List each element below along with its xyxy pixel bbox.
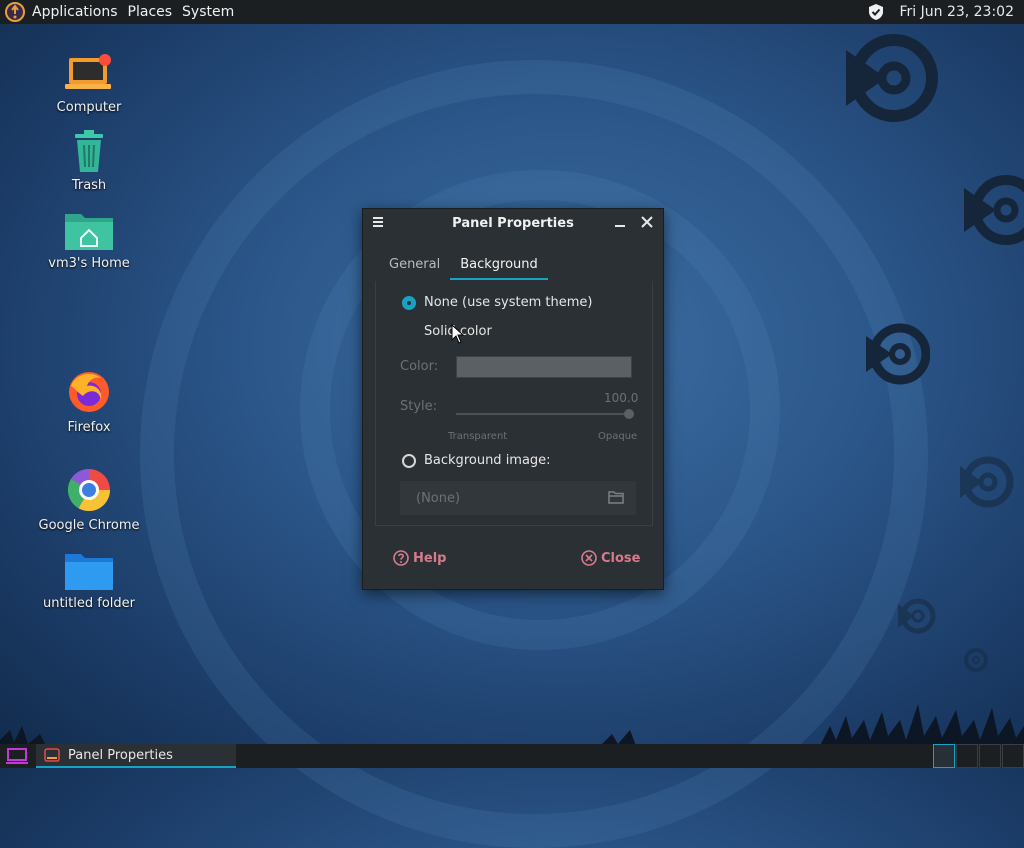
background-image-chooser[interactable]: (None) xyxy=(400,481,636,515)
opaque-label: Opaque xyxy=(598,431,638,442)
desktop-icon-label: untitled folder xyxy=(42,596,135,611)
panel-properties-icon xyxy=(44,748,60,762)
home-folder-icon xyxy=(65,214,113,250)
grass-silhouette xyxy=(0,704,1024,746)
mouse-cursor-icon xyxy=(451,324,465,344)
desktop-icon-label: Firefox xyxy=(67,420,111,435)
close-icon[interactable] xyxy=(639,214,655,230)
panel-properties-dialog: Panel Properties General Background None… xyxy=(362,208,664,590)
folder-open-icon xyxy=(608,491,624,504)
color-swatch-button[interactable] xyxy=(456,356,632,378)
desktop-icon-untitled-folder[interactable]: untitled folder xyxy=(34,548,144,611)
computer-icon xyxy=(65,54,111,89)
trash-icon xyxy=(75,130,103,172)
help-label: Help xyxy=(413,550,447,566)
clock[interactable]: Fri Jun 23, 23:02 xyxy=(899,4,1014,20)
tab-general[interactable]: General xyxy=(379,251,450,280)
desktop-icon-home[interactable]: vm3's Home xyxy=(34,208,144,271)
minimize-icon[interactable] xyxy=(613,215,627,229)
tab-background[interactable]: Background xyxy=(450,251,548,280)
desktop-icon-trash[interactable]: Trash xyxy=(34,130,144,193)
close-circle-icon xyxy=(581,550,597,566)
style-value: 100.0 xyxy=(604,391,639,405)
file-chooser-value: (None) xyxy=(416,490,461,506)
chrome-icon xyxy=(67,468,110,512)
show-desktop-icon[interactable] xyxy=(6,747,28,765)
help-icon xyxy=(393,550,409,566)
desktop-icon-firefox[interactable]: Firefox xyxy=(34,368,144,435)
opacity-slider-track[interactable] xyxy=(456,413,630,415)
workspace-1[interactable] xyxy=(933,744,955,768)
mate-logo-icon[interactable] xyxy=(5,2,25,22)
background-logo-3 xyxy=(866,323,930,385)
radio-none-system-theme[interactable]: None (use system theme) xyxy=(402,295,592,310)
applications-menu[interactable]: Applications xyxy=(27,4,123,20)
bottom-panel: Panel Properties xyxy=(0,744,1024,768)
workspace-switcher xyxy=(932,744,1024,768)
radio-label: Background image: xyxy=(424,453,551,468)
background-tab-panel: None (use system theme) Solid color Colo… xyxy=(375,281,653,526)
dialog-title: Panel Properties xyxy=(452,215,574,231)
firefox-icon xyxy=(69,372,109,412)
background-logo-6 xyxy=(964,648,988,672)
desktop-icon-computer[interactable]: Computer xyxy=(34,52,144,115)
window-menu-icon[interactable] xyxy=(371,215,385,229)
system-menu[interactable]: System xyxy=(177,4,239,20)
background-logo-1 xyxy=(846,34,938,122)
taskbar-item-label: Panel Properties xyxy=(68,747,173,763)
shield-icon[interactable] xyxy=(867,3,885,21)
dialog-titlebar[interactable]: Panel Properties xyxy=(363,209,663,237)
help-button[interactable]: Help xyxy=(393,550,446,566)
opacity-slider-handle[interactable] xyxy=(624,409,634,419)
radio-button-selected[interactable] xyxy=(402,295,416,310)
workspace-2[interactable] xyxy=(956,744,978,768)
radio-background-image[interactable]: Background image: xyxy=(402,453,551,468)
desktop-icon-label: Google Chrome xyxy=(38,518,140,533)
background-logo-2 xyxy=(964,175,1024,245)
taskbar-item-panel-properties[interactable]: Panel Properties xyxy=(36,744,236,768)
desktop-icon-chrome[interactable]: Google Chrome xyxy=(34,466,144,533)
close-button[interactable]: Close xyxy=(581,550,640,566)
background-logo-4 xyxy=(960,456,1014,508)
top-panel: Applications Places System Fri Jun 23, 2… xyxy=(0,0,1024,24)
radio-button-unselected[interactable] xyxy=(402,453,416,468)
color-label: Color: xyxy=(400,359,439,374)
workspace-3[interactable] xyxy=(979,744,1001,768)
places-menu[interactable]: Places xyxy=(123,4,178,20)
top-panel-tray: Fri Jun 23, 23:02 xyxy=(867,3,1024,21)
background-logo-5 xyxy=(898,598,936,634)
radio-label: None (use system theme) xyxy=(424,295,593,310)
workspace-4[interactable] xyxy=(1002,744,1024,768)
dialog-tabs: General Background xyxy=(379,251,663,280)
desktop-icon-label: Trash xyxy=(71,178,107,193)
close-label: Close xyxy=(601,550,641,566)
folder-icon xyxy=(65,554,113,590)
transparent-label: Transparent xyxy=(448,431,508,442)
desktop-icon-label: Computer xyxy=(56,100,122,115)
desktop-icon-label: vm3's Home xyxy=(48,256,130,271)
style-label: Style: xyxy=(400,399,438,414)
